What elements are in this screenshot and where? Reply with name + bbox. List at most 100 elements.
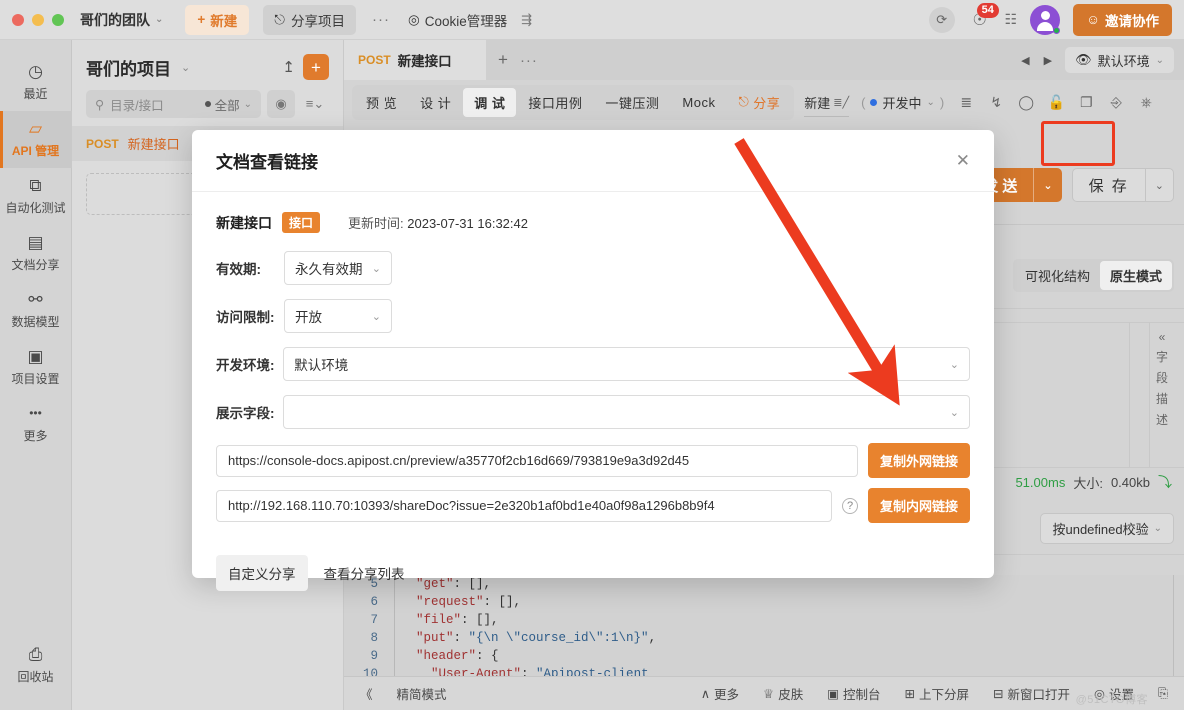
tab-new-api[interactable]: POST 新建接口 bbox=[344, 40, 486, 80]
refresh-icon[interactable]: ⟳ bbox=[929, 7, 955, 33]
team-selector[interactable]: 哥们的团队 ⌄ bbox=[80, 10, 163, 30]
list-toggle-icon[interactable]: ⇶ bbox=[521, 12, 532, 28]
collapse-panel-icon[interactable]: 《 bbox=[352, 684, 381, 703]
filter-all-dropdown[interactable]: 全部 ⌄ bbox=[205, 95, 252, 114]
sidebar-item-project-settings[interactable]: ▣ 项目设置 bbox=[0, 339, 72, 396]
sidebar-item-label: 最近 bbox=[23, 85, 47, 102]
window-icon: ⊟ bbox=[993, 686, 1003, 701]
notifications-button[interactable]: ☉ 54 bbox=[968, 8, 992, 32]
sidebar-item-doc-share[interactable]: ▤ 文档分享 bbox=[0, 225, 72, 282]
toggle-native-mode[interactable]: 原生模式 bbox=[1100, 261, 1172, 290]
tab-mock[interactable]: Mock bbox=[671, 90, 726, 115]
field-description-panel-toggle[interactable]: « 字 段 描 述 bbox=[1150, 330, 1174, 470]
chevron-down-icon[interactable]: ⌄ bbox=[181, 61, 190, 74]
code-gutter bbox=[394, 611, 416, 629]
bottom-bar: 《 精简模式 ∧ 更多 ♕ 皮肤 ▣ 控制台 ⊞ 上下分屏 ⊟ 新窗口打开 ◎ … bbox=[344, 676, 1184, 710]
http-method-label: POST bbox=[86, 137, 119, 151]
history-icon[interactable]: ◯ bbox=[1012, 88, 1040, 116]
maximize-window-icon[interactable] bbox=[52, 14, 64, 26]
save-button[interactable]: 保 存 ⌄ bbox=[1072, 168, 1174, 202]
tab-strip: POST 新建接口 + ··· ◀ ▶ 👁 默认环境 ⌄ bbox=[344, 40, 1184, 80]
sidebar-item-automation-test[interactable]: ⧉ 自动化测试 bbox=[0, 168, 72, 225]
access-restriction-dropdown[interactable]: 开放 ⌄ bbox=[284, 299, 392, 333]
prev-tab-icon[interactable]: ◀ bbox=[1014, 54, 1036, 67]
code-line: 6 "request": [], bbox=[344, 593, 1184, 611]
lightning-icon[interactable]: ⎈ bbox=[1132, 88, 1160, 116]
skin-button[interactable]: ♕ 皮肤 bbox=[755, 684, 811, 703]
new-window-button[interactable]: ⊟ 新窗口打开 bbox=[985, 684, 1078, 703]
add-tab-button[interactable]: + bbox=[486, 50, 520, 70]
share-icon: ⎋ bbox=[274, 12, 285, 28]
sidebar-item-recycle-bin[interactable]: ⎙ 回收站 bbox=[0, 637, 72, 694]
tab-more-button[interactable]: ··· bbox=[520, 52, 538, 69]
new-button[interactable]: + 新建 bbox=[185, 5, 249, 35]
window-controls[interactable] bbox=[12, 14, 64, 26]
response-mode-toggle: 可视化结构 原生模式 bbox=[1013, 259, 1174, 292]
copy-icon[interactable]: ❐ bbox=[1072, 88, 1100, 116]
add-api-button[interactable]: + bbox=[303, 54, 329, 80]
display-fields-dropdown[interactable]: ⌄ bbox=[283, 395, 970, 429]
tab-stress-test[interactable]: 一键压测 bbox=[594, 88, 670, 117]
internal-link-input[interactable]: http://192.168.110.70:10393/shareDoc?iss… bbox=[216, 490, 832, 522]
custom-share-button[interactable]: 自定义分享 bbox=[216, 555, 308, 591]
environment-dropdown[interactable]: 默认环境 ⌄ bbox=[283, 347, 970, 381]
cookie-manager-button[interactable]: ◎ Cookie管理器 bbox=[408, 10, 507, 30]
bottom-more-button[interactable]: ∧ 更多 bbox=[693, 684, 747, 703]
code-line: 7 "file": [], bbox=[344, 611, 1184, 629]
field-label: 开发环境: bbox=[216, 354, 283, 374]
flow-icon: ⧉ bbox=[29, 177, 41, 194]
tab-debug[interactable]: 调 试 bbox=[463, 88, 516, 117]
sort-icon[interactable]: ≡⌄ bbox=[301, 90, 329, 118]
code-icon[interactable]: ⎆ bbox=[1102, 88, 1130, 116]
sidebar-item-more[interactable]: ••• 更多 bbox=[0, 396, 72, 453]
tab-share[interactable]: ⎋ 分享 bbox=[727, 88, 791, 117]
environment-selector[interactable]: 👁 默认环境 ⌄ bbox=[1065, 47, 1174, 73]
new-build-button[interactable]: 新建 ≣╱ bbox=[804, 93, 849, 112]
line-number: 10 bbox=[344, 667, 394, 676]
sidebar-item-recent[interactable]: ◷ 最近 bbox=[0, 54, 72, 111]
code-scrollbar[interactable] bbox=[1173, 575, 1174, 676]
chevron-down-icon[interactable]: ⌄ bbox=[1146, 179, 1173, 192]
sidebar-item-label: 回收站 bbox=[17, 668, 53, 685]
split-vertical-button[interactable]: ⊞ 上下分屏 bbox=[897, 684, 978, 703]
help-icon[interactable]: ? bbox=[842, 498, 858, 514]
import-export-icon[interactable]: ↥ bbox=[282, 58, 295, 76]
invite-collaborate-button[interactable]: ☺ 邀请协作 bbox=[1073, 4, 1172, 36]
tab-api-case[interactable]: 接口用例 bbox=[517, 88, 593, 117]
status-selector[interactable]: ( 开发中 ⌄ ) bbox=[861, 93, 944, 112]
console-button[interactable]: ▣ 控制台 bbox=[819, 684, 888, 703]
dot-icon bbox=[205, 101, 211, 107]
simple-mode-button[interactable]: 精简模式 bbox=[389, 684, 455, 703]
copy-external-link-button[interactable]: 复制外网链接 bbox=[868, 443, 970, 478]
close-icon[interactable]: ✕ bbox=[956, 151, 970, 171]
locate-icon[interactable]: ◉ bbox=[267, 90, 295, 118]
outline-icon[interactable]: ≣ bbox=[952, 88, 980, 116]
download-icon[interactable]: ↯ bbox=[982, 88, 1010, 116]
copy-internal-link-button[interactable]: 复制内网链接 bbox=[868, 488, 970, 523]
sidebar-item-data-model[interactable]: ⚯ 数据模型 bbox=[0, 282, 72, 339]
project-title[interactable]: 哥们的项目 bbox=[86, 55, 171, 80]
note-icon[interactable]: ☷ bbox=[1005, 11, 1018, 28]
close-window-icon[interactable] bbox=[12, 14, 24, 26]
sidebar-item-label: 更多 bbox=[23, 427, 47, 444]
next-tab-icon[interactable]: ▶ bbox=[1037, 54, 1059, 67]
view-share-list-link[interactable]: 查看分享列表 bbox=[314, 555, 415, 591]
search-input[interactable]: ⚲ 目录/接口 全部 ⌄ bbox=[86, 90, 261, 118]
external-link-input[interactable]: https://console-docs.apipost.cn/preview/… bbox=[216, 445, 858, 477]
sidebar-item-api-management[interactable]: ▱ API 管理 bbox=[0, 111, 72, 168]
tab-design[interactable]: 设 计 bbox=[409, 88, 462, 117]
topbar-more-button[interactable]: ··· bbox=[372, 11, 390, 28]
avatar[interactable] bbox=[1030, 5, 1060, 35]
minimize-window-icon[interactable] bbox=[32, 14, 44, 26]
doc-type-badge: 接口 bbox=[282, 212, 320, 233]
chevron-down-icon[interactable]: ⌄ bbox=[1034, 179, 1061, 192]
code-text: "User-Agent": "Apipost-client bbox=[416, 667, 649, 676]
download-status-icon[interactable]: ⎘ bbox=[1150, 686, 1176, 701]
download-response-icon[interactable]: ⤵ bbox=[1158, 472, 1172, 492]
validity-dropdown[interactable]: 永久有效期 ⌄ bbox=[284, 251, 392, 285]
lock-icon[interactable]: 🔓 bbox=[1042, 88, 1070, 116]
tab-preview[interactable]: 预 览 bbox=[355, 88, 408, 117]
share-project-button[interactable]: ⎋ 分享项目 bbox=[263, 5, 356, 35]
verify-dropdown[interactable]: 按undefined校验 ⌄ bbox=[1040, 513, 1174, 544]
toggle-visual-structure[interactable]: 可视化结构 bbox=[1015, 261, 1100, 290]
